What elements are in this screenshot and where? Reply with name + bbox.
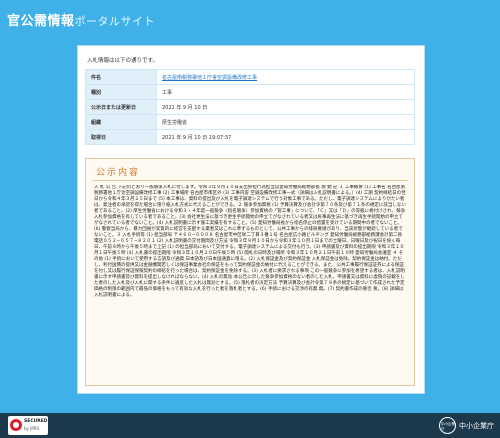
site-title-main: 官公需情報 — [7, 14, 75, 29]
bid-title-link[interactable]: 名古屋南税務署他１庁舎空調設備改修工事 — [162, 75, 257, 81]
bid-info-table: 件名 名古屋南税務署他１庁舎空調設備改修工事 種別 工事 公示日または更新日 2… — [85, 69, 415, 145]
row-value-date: 2021 年 9 月 10 日 — [156, 99, 415, 115]
sme-agency-name[interactable]: 中小企業庁 — [459, 421, 494, 431]
notice-box: 公示内容 入 札 公 告 下記のとおり一般競争入札に付します。令和３年９月１０日… — [85, 158, 415, 386]
bid-detail-card: 入札情報は以下の通りです。 件名 名古屋南税務署他１庁舎空調設備改修工事 種別 … — [77, 45, 425, 394]
table-row: 種別 工事 — [85, 84, 415, 100]
row-value-retrieved: 2021 年 9 月 10 日 19:07:37 — [156, 129, 415, 145]
row-value-org: 厚生労働省 — [156, 114, 415, 130]
badge-line2: by JPRS — [24, 426, 40, 431]
sme-logo-text: 中小企業庁 — [441, 422, 455, 431]
site-title[interactable]: 官公需情報ポータルサイト — [7, 10, 155, 29]
row-label-type: 種別 — [85, 84, 157, 100]
intro-text: 入札情報は以下の通りです。 — [87, 58, 158, 64]
sme-agency-logo-icon[interactable]: 中小企業庁 — [439, 417, 456, 434]
notice-title: 公示内容 — [96, 168, 141, 178]
notice-divider — [92, 180, 408, 181]
row-value-type: 工事 — [156, 84, 415, 100]
row-label-title: 件名 — [85, 69, 157, 85]
row-value-title: 名古屋南税務署他１庁舎空調設備改修工事 — [156, 69, 415, 85]
row-label-org: 組織 — [85, 114, 157, 130]
table-row: 取得日 2021 年 9 月 10 日 19:07:37 — [85, 129, 415, 145]
jprs-secured-badge[interactable]: SECURED by JPRS — [8, 416, 48, 435]
footer: SECURED by JPRS 中小企業庁 中小企業庁 — [0, 413, 500, 438]
jprs-seal-icon — [10, 419, 22, 431]
table-row: 件名 名古屋南税務署他１庁舎空調設備改修工事 — [85, 69, 415, 85]
table-row: 公示日または更新日 2021 年 9 月 10 日 — [85, 99, 415, 115]
notice-body: 入 札 公 告 下記のとおり一般競争入札に付します。令和３年９月１０日支出負担行… — [94, 185, 406, 298]
row-label-date: 公示日または更新日 — [85, 99, 157, 115]
table-row: 組織 厚生労働省 — [85, 114, 415, 130]
site-title-sub: ポータルサイト — [74, 15, 156, 28]
row-label-retrieved: 取得日 — [85, 129, 157, 145]
badge-line1: SECURED — [24, 419, 48, 424]
header: 官公需情報ポータルサイト — [0, 0, 500, 44]
